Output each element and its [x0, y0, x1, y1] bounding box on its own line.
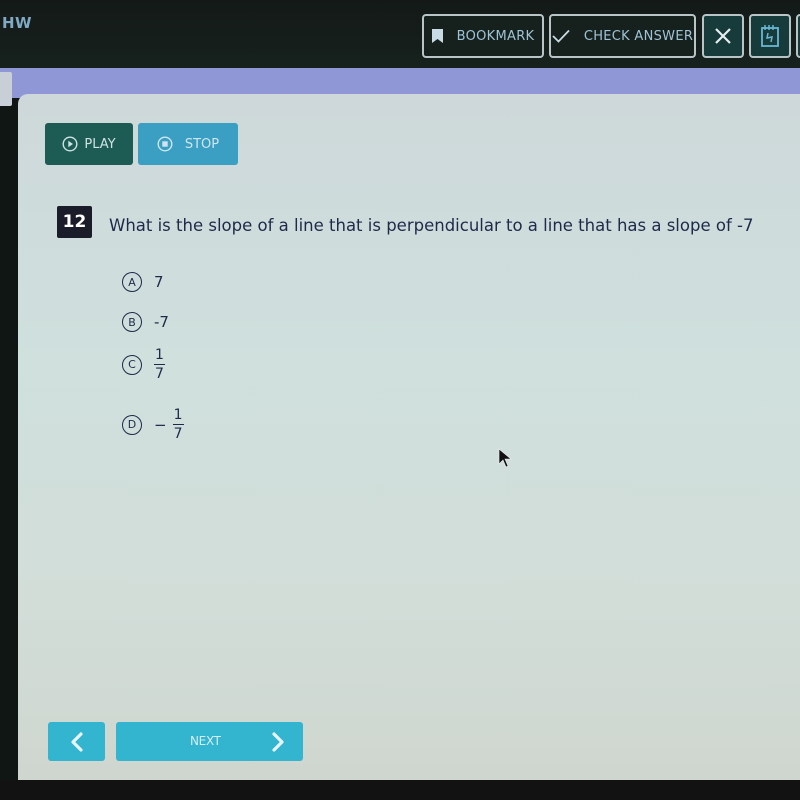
- fraction-numerator: 1: [155, 347, 164, 363]
- question-number: 12: [57, 206, 92, 238]
- option-c[interactable]: C 1 7: [122, 348, 165, 381]
- option-c-value: 1 7: [154, 348, 165, 381]
- bookmark-button[interactable]: BOOKMARK: [422, 14, 544, 58]
- play-button[interactable]: PLAY: [45, 123, 133, 165]
- stop-button[interactable]: STOP: [138, 123, 238, 165]
- top-bar: HW BOOKMARK CHECK ANSWER: [0, 0, 800, 68]
- app-title: HW: [2, 14, 33, 32]
- close-icon: [714, 27, 732, 45]
- question-text: What is the slope of a line that is perp…: [109, 216, 754, 235]
- option-d-radio[interactable]: D: [122, 414, 142, 435]
- option-a[interactable]: A 7: [122, 272, 164, 292]
- next-button[interactable]: NEXT: [116, 722, 303, 761]
- check-answer-button[interactable]: CHECK ANSWER: [549, 14, 696, 58]
- close-button[interactable]: [702, 14, 744, 58]
- option-c-radio[interactable]: C: [122, 354, 142, 375]
- negative-sign: −: [154, 415, 167, 434]
- previous-button[interactable]: [48, 722, 105, 761]
- chevron-right-icon: [271, 732, 285, 757]
- fraction-bar: [154, 364, 165, 365]
- notepad-icon: [760, 24, 780, 48]
- option-d-value: − 1 7: [154, 408, 184, 441]
- screen-bezel: [0, 780, 800, 800]
- option-a-value: 7: [154, 273, 164, 291]
- option-a-radio[interactable]: A: [122, 272, 142, 292]
- play-label: PLAY: [84, 136, 116, 152]
- overflow-button[interactable]: [796, 14, 800, 58]
- fraction-denominator: 7: [173, 426, 183, 442]
- option-b-radio[interactable]: B: [122, 312, 142, 332]
- option-b[interactable]: B -7: [122, 312, 169, 332]
- bookmark-label: BOOKMARK: [456, 28, 535, 44]
- chevron-left-icon: [70, 731, 84, 752]
- mouse-cursor-icon: [498, 448, 512, 473]
- option-d[interactable]: D − 1 7: [122, 408, 184, 441]
- side-tab[interactable]: [0, 72, 12, 106]
- fraction-denominator: 7: [155, 366, 164, 382]
- fraction-numerator: 1: [173, 407, 183, 423]
- check-answer-label: CHECK ANSWER: [583, 28, 694, 44]
- checkmark-icon: [552, 29, 570, 43]
- fraction: 1 7: [154, 348, 165, 381]
- fraction-bar: [172, 424, 184, 425]
- notepad-button[interactable]: [749, 14, 791, 58]
- stop-icon: [157, 136, 173, 152]
- play-icon: [62, 136, 78, 152]
- option-b-value: -7: [154, 313, 169, 331]
- fraction: 1 7: [172, 407, 184, 442]
- next-label: NEXT: [190, 734, 221, 748]
- stop-label: STOP: [184, 136, 220, 152]
- bookmark-icon: [431, 29, 443, 43]
